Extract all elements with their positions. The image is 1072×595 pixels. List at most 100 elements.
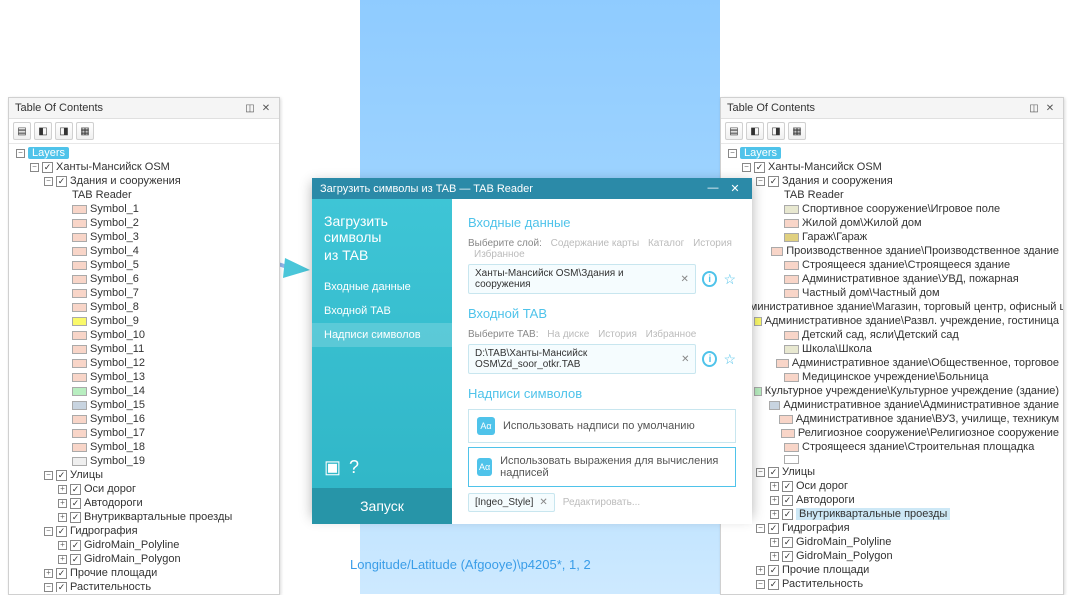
pin-icon[interactable]: ◫ bbox=[243, 101, 257, 115]
tree-row[interactable]: Жилой дом\Жилой дом bbox=[725, 216, 1059, 230]
tree-twist-icon[interactable]: + bbox=[770, 496, 779, 505]
tree-row[interactable]: Symbol_1 bbox=[13, 202, 275, 216]
tree-row[interactable]: +✓GidroMain_Polygon bbox=[13, 552, 275, 566]
tree-row[interactable]: Symbol_11 bbox=[13, 342, 275, 356]
tree-row[interactable]: Symbol_18 bbox=[13, 440, 275, 454]
tree-checkbox[interactable]: ✓ bbox=[782, 509, 793, 520]
tree-checkbox[interactable]: ✓ bbox=[768, 467, 779, 478]
tree-row[interactable]: Административное здание\ВУЗ, училище, те… bbox=[725, 412, 1059, 426]
chip-remove-icon[interactable]: ✕ bbox=[539, 497, 547, 508]
nav-item-input-tab[interactable]: Входной TAB bbox=[312, 299, 452, 323]
tree-row[interactable]: +✓Автодороги bbox=[725, 493, 1059, 507]
expression-chip[interactable]: [Ingeo_Style]✕ bbox=[468, 493, 555, 512]
tree-twist-icon[interactable]: − bbox=[16, 149, 25, 158]
tree-row[interactable]: −✓Гидрография bbox=[725, 521, 1059, 535]
tab-history[interactable]: История bbox=[598, 329, 637, 340]
tree-twist-icon[interactable]: + bbox=[770, 552, 779, 561]
radio-default-labels[interactable]: Aα Использовать надписи по умолчанию bbox=[468, 409, 736, 443]
tree-row[interactable]: Symbol_16 bbox=[13, 412, 275, 426]
tree-row[interactable]: Symbol_13 bbox=[13, 370, 275, 384]
layer-tree[interactable]: −Layers−✓Ханты-Мансийск OSM−✓Здания и со… bbox=[721, 144, 1063, 592]
tab-history[interactable]: История bbox=[693, 238, 732, 249]
tree-checkbox[interactable]: ✓ bbox=[70, 540, 81, 551]
tree-row[interactable]: Производственное здание\Производственное… bbox=[725, 244, 1059, 258]
info-icon[interactable]: i bbox=[702, 271, 718, 287]
tree-checkbox[interactable]: ✓ bbox=[56, 470, 67, 481]
tree-row[interactable]: +✓Автодороги bbox=[13, 496, 275, 510]
tree-row[interactable]: +✓Оси дорог bbox=[725, 479, 1059, 493]
tree-checkbox[interactable]: ✓ bbox=[56, 568, 67, 579]
tab-file-chip[interactable]: D:\TAB\Ханты-Мансийск OSM\Zd_soor_otkr.T… bbox=[468, 344, 696, 374]
tree-row[interactable]: +✓Внутриквартальные проезды bbox=[13, 510, 275, 524]
options-icon[interactable]: ▦ bbox=[76, 122, 94, 140]
tree-row[interactable] bbox=[725, 454, 1059, 465]
tree-row[interactable]: Symbol_5 bbox=[13, 258, 275, 272]
tree-twist-icon[interactable]: − bbox=[756, 524, 765, 533]
tree-twist-icon[interactable]: + bbox=[770, 482, 779, 491]
source-view-icon[interactable]: ◧ bbox=[746, 122, 764, 140]
minimize-icon[interactable]: — bbox=[704, 182, 722, 195]
tree-row[interactable]: Административное здание\Административное… bbox=[725, 398, 1059, 412]
tree-twist-icon[interactable]: + bbox=[44, 569, 53, 578]
tree-row[interactable]: TAB Reader bbox=[725, 188, 1059, 202]
tree-row[interactable]: +✓GidroMain_Polygon bbox=[725, 549, 1059, 563]
tree-twist-icon[interactable]: − bbox=[44, 583, 53, 592]
tree-twist-icon[interactable]: + bbox=[58, 499, 67, 508]
tree-checkbox[interactable]: ✓ bbox=[56, 582, 67, 593]
tree-checkbox[interactable]: ✓ bbox=[70, 512, 81, 523]
edit-expression-button[interactable]: Редактировать... bbox=[563, 497, 640, 508]
tree-row[interactable]: Symbol_14 bbox=[13, 384, 275, 398]
chip-remove-icon[interactable]: ✕ bbox=[681, 354, 689, 365]
tree-row[interactable]: −Layers bbox=[13, 146, 275, 160]
tree-row[interactable]: TAB Reader bbox=[13, 188, 275, 202]
tree-row[interactable]: Symbol_6 bbox=[13, 272, 275, 286]
tree-twist-icon[interactable]: − bbox=[728, 149, 737, 158]
tree-row[interactable]: Symbol_19 bbox=[13, 454, 275, 468]
info-icon[interactable]: ▣ bbox=[324, 457, 341, 478]
tree-row[interactable]: Symbol_12 bbox=[13, 356, 275, 370]
tree-row[interactable]: Symbol_4 bbox=[13, 244, 275, 258]
tree-row[interactable]: Культурное учреждение\Культурное учрежде… bbox=[725, 384, 1059, 398]
tree-twist-icon[interactable]: + bbox=[58, 485, 67, 494]
close-icon[interactable]: ✕ bbox=[259, 101, 273, 115]
info-icon[interactable]: i bbox=[702, 351, 717, 367]
tree-twist-icon[interactable]: + bbox=[58, 513, 67, 522]
layer-chip[interactable]: Ханты-Мансийск OSM\Здания и сооружения✕ bbox=[468, 264, 696, 294]
tree-row[interactable]: Административное здание\Магазин, торговы… bbox=[725, 300, 1059, 314]
tab-content[interactable]: Содержание карты bbox=[551, 238, 640, 249]
tree-row[interactable]: −✓Здания и сооружения bbox=[13, 174, 275, 188]
tree-checkbox[interactable]: ✓ bbox=[70, 498, 81, 509]
tree-row[interactable]: −✓Здания и сооружения bbox=[725, 174, 1059, 188]
tree-row[interactable]: Спортивное сооружение\Игровое поле bbox=[725, 202, 1059, 216]
radio-expression-labels[interactable]: Aα Использовать выражения для вычисления… bbox=[468, 447, 736, 487]
tree-checkbox[interactable]: ✓ bbox=[768, 579, 779, 590]
tree-row[interactable]: Symbol_15 bbox=[13, 398, 275, 412]
tab-favorites[interactable]: Избранное bbox=[646, 329, 697, 340]
options-icon[interactable]: ▦ bbox=[788, 122, 806, 140]
tree-row[interactable]: −✓Гидрография bbox=[13, 524, 275, 538]
tree-checkbox[interactable]: ✓ bbox=[782, 495, 793, 506]
tree-row[interactable]: Symbol_17 bbox=[13, 426, 275, 440]
tree-row[interactable]: Строящееся здание\Строительная площадка bbox=[725, 440, 1059, 454]
tree-row[interactable]: +✓Прочие площади bbox=[725, 563, 1059, 577]
tree-twist-icon[interactable]: − bbox=[756, 580, 765, 589]
tree-row[interactable]: −✓Улицы bbox=[725, 465, 1059, 479]
tree-twist-icon[interactable]: − bbox=[30, 163, 39, 172]
list-view-icon[interactable]: ▤ bbox=[13, 122, 31, 140]
tree-twist-icon[interactable]: − bbox=[756, 468, 765, 477]
tree-row[interactable]: Symbol_3 bbox=[13, 230, 275, 244]
tree-twist-icon[interactable]: + bbox=[58, 541, 67, 550]
tree-twist-icon[interactable]: + bbox=[770, 510, 779, 519]
tree-row[interactable]: +✓GidroMain_Polyline bbox=[725, 535, 1059, 549]
selection-view-icon[interactable]: ◨ bbox=[55, 122, 73, 140]
tree-row[interactable]: Symbol_8 bbox=[13, 300, 275, 314]
tree-twist-icon[interactable]: + bbox=[58, 555, 67, 564]
tree-row[interactable]: Symbol_9 bbox=[13, 314, 275, 328]
tree-row[interactable]: Административное здание\Развл. учреждени… bbox=[725, 314, 1059, 328]
tree-row[interactable]: +✓Внутриквартальные проезды bbox=[725, 507, 1059, 521]
selection-view-icon[interactable]: ◨ bbox=[767, 122, 785, 140]
pin-icon[interactable]: ◫ bbox=[1027, 101, 1041, 115]
tree-checkbox[interactable]: ✓ bbox=[768, 565, 779, 576]
help-icon[interactable]: ? bbox=[349, 457, 359, 478]
tree-row[interactable]: −✓Растительность bbox=[725, 577, 1059, 591]
